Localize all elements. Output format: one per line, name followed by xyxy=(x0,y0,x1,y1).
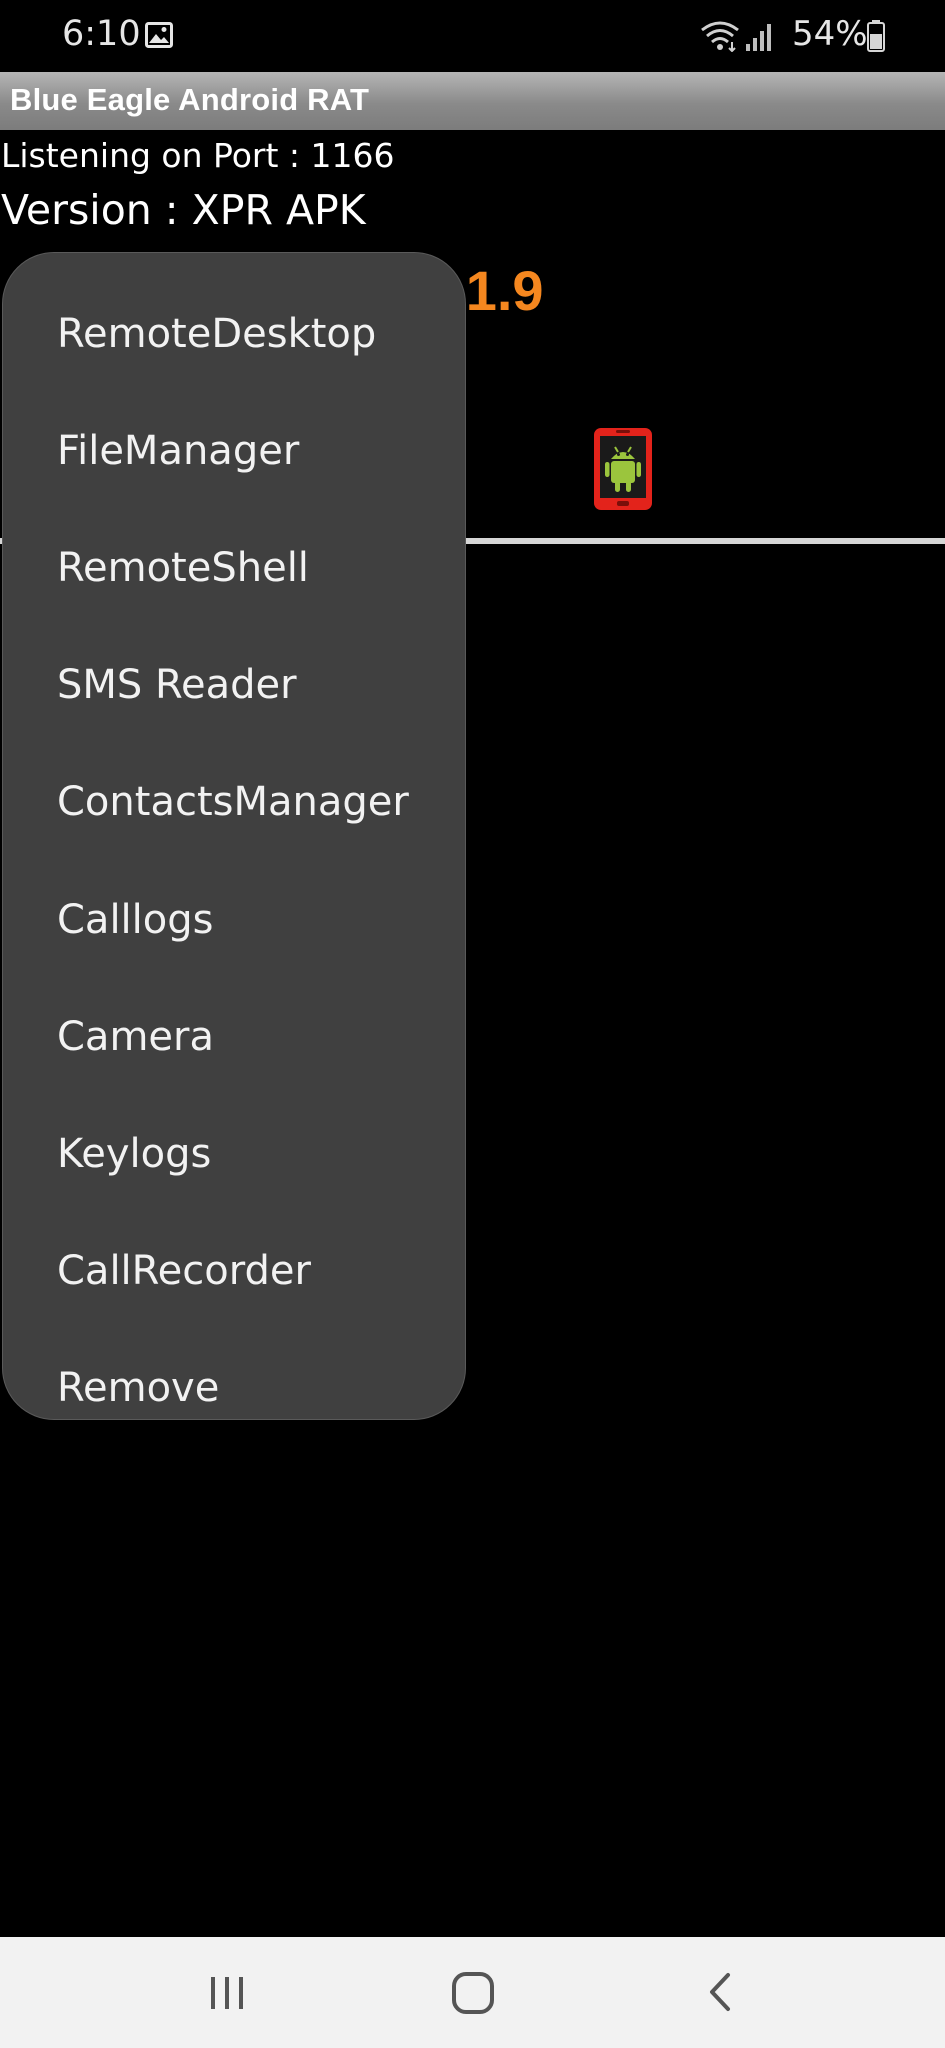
menu-item-remote-desktop[interactable]: RemoteDesktop xyxy=(3,275,465,392)
app-title-bar: Blue Eagle Android RAT xyxy=(0,72,945,130)
gallery-icon xyxy=(145,22,173,48)
battery-icon xyxy=(867,20,885,52)
android-device-icon xyxy=(594,428,652,510)
menu-item-call-recorder[interactable]: CallRecorder xyxy=(3,1213,465,1330)
listening-port-label: Listening on Port : 1166 xyxy=(1,136,395,175)
menu-item-sms-reader[interactable]: SMS Reader xyxy=(3,627,465,744)
home-icon[interactable] xyxy=(450,1970,496,2016)
version-label: Version : XPR APK xyxy=(1,186,366,234)
screen: 6:10 54% Blue Eagle Android RAT Listenin… xyxy=(0,0,945,2048)
menu-item-keylogs[interactable]: Keylogs xyxy=(3,1095,465,1212)
menu-item-file-manager[interactable]: FileManager xyxy=(3,392,465,509)
menu-item-remote-shell[interactable]: RemoteShell xyxy=(3,509,465,626)
menu-item-camera[interactable]: Camera xyxy=(3,978,465,1095)
signal-icon xyxy=(746,24,771,51)
menu-item-remove[interactable]: Remove xyxy=(3,1330,465,1447)
wifi-icon xyxy=(701,21,739,52)
context-menu: RemoteDesktop FileManager RemoteShell SM… xyxy=(2,252,466,1420)
status-time: 6:10 xyxy=(62,14,141,54)
navigation-bar xyxy=(0,1937,945,2048)
menu-item-contacts-manager[interactable]: ContactsManager xyxy=(3,744,465,861)
back-icon[interactable] xyxy=(700,1971,740,2013)
menu-item-call-logs[interactable]: Calllogs xyxy=(3,861,465,978)
app-title: Blue Eagle Android RAT xyxy=(10,82,370,117)
status-bar: 6:10 54% xyxy=(0,0,945,72)
recents-icon[interactable] xyxy=(205,1973,249,2013)
battery-percent: 54% xyxy=(792,14,868,54)
